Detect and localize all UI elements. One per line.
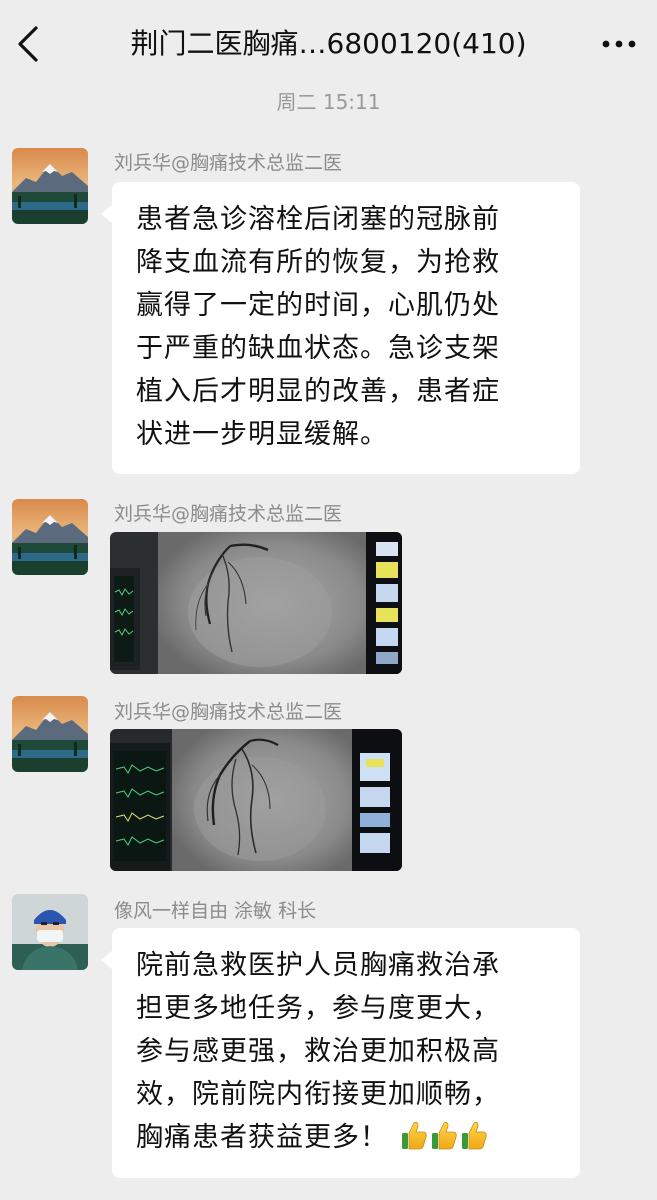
angiography-photo-1 — [110, 532, 402, 674]
avatar[interactable] — [12, 894, 88, 970]
message-text-line: 状进一步明显缓解。 — [136, 419, 388, 450]
message-text-line: 胸痛患者获益更多！ — [136, 1116, 558, 1159]
sender-name: 刘兵华@胸痛技术总监二医 — [114, 152, 343, 174]
avatar[interactable] — [12, 499, 88, 575]
mountain-landscape-avatar — [12, 499, 88, 575]
message-text-line: 降支血流有所的恢复，为抢救 — [136, 247, 500, 278]
image-message[interactable] — [110, 532, 402, 674]
message-text-line: 效，院前院内衔接更加顺畅， — [136, 1079, 500, 1110]
message-timestamp: 周二 15:11 — [276, 90, 381, 114]
angiography-photo-2 — [110, 729, 402, 871]
chevron-left-icon — [18, 26, 38, 62]
avatar[interactable] — [12, 148, 88, 224]
sender-name: 像风一样自由 涂敏 科长 — [114, 900, 317, 922]
message-text-line: 于严重的缺血状态。急诊支架 — [136, 333, 500, 364]
thumbs-up-icon — [431, 1122, 457, 1150]
image-message[interactable] — [110, 729, 402, 871]
surgeon-avatar — [12, 894, 88, 970]
more-dots-icon — [602, 40, 636, 48]
message-text-line: 院前急救医护人员胸痛救治承 — [136, 950, 500, 981]
mountain-landscape-avatar — [12, 696, 88, 772]
avatar[interactable] — [12, 696, 88, 772]
back-button[interactable] — [14, 22, 54, 66]
mountain-landscape-avatar — [12, 148, 88, 224]
thumbs-up-icon — [461, 1122, 487, 1150]
sender-name: 刘兵华@胸痛技术总监二医 — [114, 701, 343, 723]
thumbs-up-icon — [401, 1122, 427, 1150]
chat-header: 荆门二医胸痛…6800120(410) — [0, 0, 657, 88]
message-bubble[interactable]: 患者急诊溶栓后闭塞的冠脉前 降支血流有所的恢复，为抢救 赢得了一定的时间，心肌仍… — [101, 182, 580, 474]
message-text-line: 赢得了一定的时间，心肌仍处 — [136, 290, 500, 321]
message-text-segment: 胸痛患者获益更多！ — [136, 1122, 388, 1153]
message-text-line: 担更多地任务，参与度更大， — [136, 993, 500, 1024]
message-bubble[interactable]: 院前急救医护人员胸痛救治承 担更多地任务，参与度更大， 参与感更强，救治更加积极… — [101, 928, 580, 1178]
chat-title: 荆门二医胸痛…6800120(410) — [130, 27, 527, 60]
message-text-line: 患者急诊溶栓后闭塞的冠脉前 — [136, 204, 500, 235]
message-text-line: 植入后才明显的改善，患者症 — [136, 376, 500, 407]
message-text-line: 参与感更强，救治更加积极高 — [136, 1036, 500, 1067]
sender-name: 刘兵华@胸痛技术总监二医 — [114, 503, 343, 525]
more-button[interactable] — [597, 28, 641, 60]
